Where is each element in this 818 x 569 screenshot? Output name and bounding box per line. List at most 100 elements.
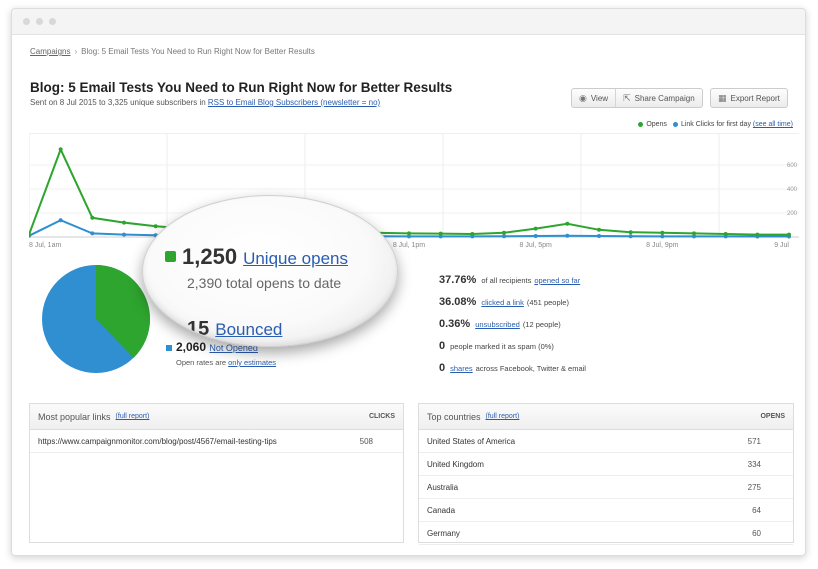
country-row-label: United States of America xyxy=(427,436,516,446)
popular-links-list: https://www.campaignmonitor.com/blog/pos… xyxy=(30,430,403,453)
stat-text: people marked it as spam (0%) xyxy=(450,341,554,351)
estimate-note: Open rates are only estimates xyxy=(176,358,276,367)
eye-icon: ◉ xyxy=(579,92,587,103)
opens-data-point xyxy=(660,230,665,235)
legend-clicks: Link Clicks for first day (see all time) xyxy=(672,121,793,128)
view-share-button-group: ◉ View ⇱ Share Campaign xyxy=(571,88,703,108)
popular-link-row[interactable]: https://www.campaignmonitor.com/blog/pos… xyxy=(30,430,403,453)
breadcrumb: Campaigns › Blog: 5 Email Tests You Need t… xyxy=(30,47,315,56)
popular-links-panel: Most popular links (full report) CLICKS … xyxy=(29,403,404,543)
legend-opens: Opens xyxy=(638,121,667,128)
country-row[interactable]: United States of America 571 xyxy=(419,430,793,453)
top-countries-panel: Top countries (full report) OPENS United… xyxy=(418,403,794,545)
chart-x-tick-label: 8 Jul, 5pm xyxy=(520,242,552,249)
opens-data-point xyxy=(533,226,538,231)
opens-data-point xyxy=(153,224,158,229)
calendar-icon: ▦ xyxy=(718,92,727,103)
window-maximize-dot[interactable] xyxy=(49,18,56,25)
country-row[interactable]: Canada 64 xyxy=(419,499,793,522)
country-row-value: 334 xyxy=(747,459,761,469)
export-button-group: ▦ Export Report xyxy=(710,88,788,108)
opens-data-point xyxy=(58,147,63,152)
clicks-swatch xyxy=(672,121,678,127)
view-button[interactable]: ◉ View xyxy=(572,89,615,107)
campaign-stats: 37.76% of all recipients opened so far 36.… xyxy=(439,269,586,379)
export-button-label: Export Report xyxy=(730,93,780,103)
stat-detail: (451 people) xyxy=(526,297,569,307)
estimate-note-text: Open rates are xyxy=(176,358,229,367)
see-all-time-link[interactable]: (see all time) xyxy=(753,121,793,128)
subscriber-list-link[interactable]: RSS to Email Blog Subscribers (newslette… xyxy=(208,98,380,107)
window-close-dot[interactable] xyxy=(23,18,30,25)
opens-data-point xyxy=(407,231,411,236)
unique-opens-count: 1,250 xyxy=(182,244,238,269)
share-campaign-button[interactable]: ⇱ Share Campaign xyxy=(615,89,702,107)
stat-link[interactable]: shares xyxy=(450,364,473,373)
country-row[interactable]: Germany 60 xyxy=(419,522,793,545)
popular-links-header: Most popular links (full report) CLICKS xyxy=(30,404,403,430)
series-line-opens xyxy=(29,146,789,236)
top-countries-full-report-link[interactable]: (full report) xyxy=(486,413,520,420)
country-row-value: 64 xyxy=(752,505,761,515)
magnifier-callout: 1,250 Unique opens 2,390 total opens to d… xyxy=(142,195,398,347)
breadcrumb-separator: › xyxy=(74,47,78,56)
country-row-value: 60 xyxy=(752,528,761,538)
page-title: Blog: 5 Email Tests You Need to Run Righ… xyxy=(30,80,453,95)
clicks-data-point xyxy=(628,234,633,239)
bounced-link[interactable]: Bounced xyxy=(215,320,282,339)
chart-y-tick-label: 200 xyxy=(787,211,798,217)
clicks-column-header: CLICKS xyxy=(368,413,395,420)
legend-opens-label: Opens xyxy=(646,121,667,128)
chart-y-tick-label: 400 xyxy=(787,187,798,193)
export-report-button[interactable]: ▦ Export Report xyxy=(711,89,787,107)
stat-row: 36.08% clicked a link (451 people) xyxy=(439,291,586,313)
stat-detail: (12 people) xyxy=(522,319,561,329)
country-row[interactable]: United Kingdom 334 xyxy=(419,453,793,476)
window-titlebar xyxy=(12,9,805,35)
chart-x-tick-label: 9 Jul xyxy=(774,242,789,249)
share-icon: ⇱ xyxy=(623,92,631,103)
clicks-data-point xyxy=(90,231,95,236)
unique-opens-link[interactable]: Unique opens xyxy=(243,249,348,268)
clicks-data-point xyxy=(597,234,601,239)
chart-x-tick-label: 8 Jul, 9pm xyxy=(646,242,678,249)
window-minimize-dot[interactable] xyxy=(36,18,43,25)
breadcrumb-current: Blog: 5 Email Tests You Need to Run Righ… xyxy=(81,47,315,56)
popular-links-full-report-link[interactable]: (full report) xyxy=(116,413,150,420)
opens-data-point xyxy=(597,227,601,232)
sent-info-text: Sent on 8 Jul 2015 to 3,325 unique subsc… xyxy=(30,98,208,107)
country-row-value: 571 xyxy=(747,436,761,446)
top-countries-header: Top countries (full report) OPENS xyxy=(419,404,793,430)
bounced-stat: 15 Bounced xyxy=(187,318,282,341)
stat-value: 37.76% xyxy=(439,274,477,286)
clicks-data-point xyxy=(660,234,665,239)
only-estimates-link[interactable]: only estimates xyxy=(228,358,276,367)
opens-data-point xyxy=(90,215,95,220)
stat-link[interactable]: unsubscribed xyxy=(475,320,520,329)
stat-link[interactable]: opened so far xyxy=(534,276,580,285)
top-countries-title: Top countries xyxy=(427,411,481,422)
clicks-data-point xyxy=(565,233,570,238)
stat-link[interactable]: clicked a link xyxy=(481,298,524,307)
opens-data-point xyxy=(787,232,791,237)
chart-x-tick-label: 8 Jul, 1pm xyxy=(393,242,425,249)
stat-text: of all recipients xyxy=(481,275,532,285)
opens-data-point xyxy=(122,220,126,225)
country-row[interactable]: Australia 275 xyxy=(419,476,793,499)
clicks-data-point xyxy=(502,234,506,239)
opens-pie-chart xyxy=(42,265,150,373)
country-row-label: Canada xyxy=(427,505,456,515)
clicks-data-point xyxy=(122,232,126,237)
opens-column-header: OPENS xyxy=(760,413,785,420)
opens-data-point xyxy=(565,221,570,226)
stat-row: 0 people marked it as spam (0%) xyxy=(439,335,586,357)
country-row-label: United Kingdom xyxy=(427,459,484,469)
app-window: Campaigns › Blog: 5 Email Tests You Need t… xyxy=(11,8,806,556)
clicks-data-point xyxy=(58,218,63,223)
chart-x-tick-label: 8 Jul, 1am xyxy=(29,242,61,249)
stat-value: 36.08% xyxy=(439,296,477,308)
clicks-data-point xyxy=(533,234,538,239)
breadcrumb-campaigns-link[interactable]: Campaigns xyxy=(30,47,70,56)
stat-row: 0 shares across Facebook, Twitter & email xyxy=(439,357,586,379)
share-button-label: Share Campaign xyxy=(634,93,695,103)
